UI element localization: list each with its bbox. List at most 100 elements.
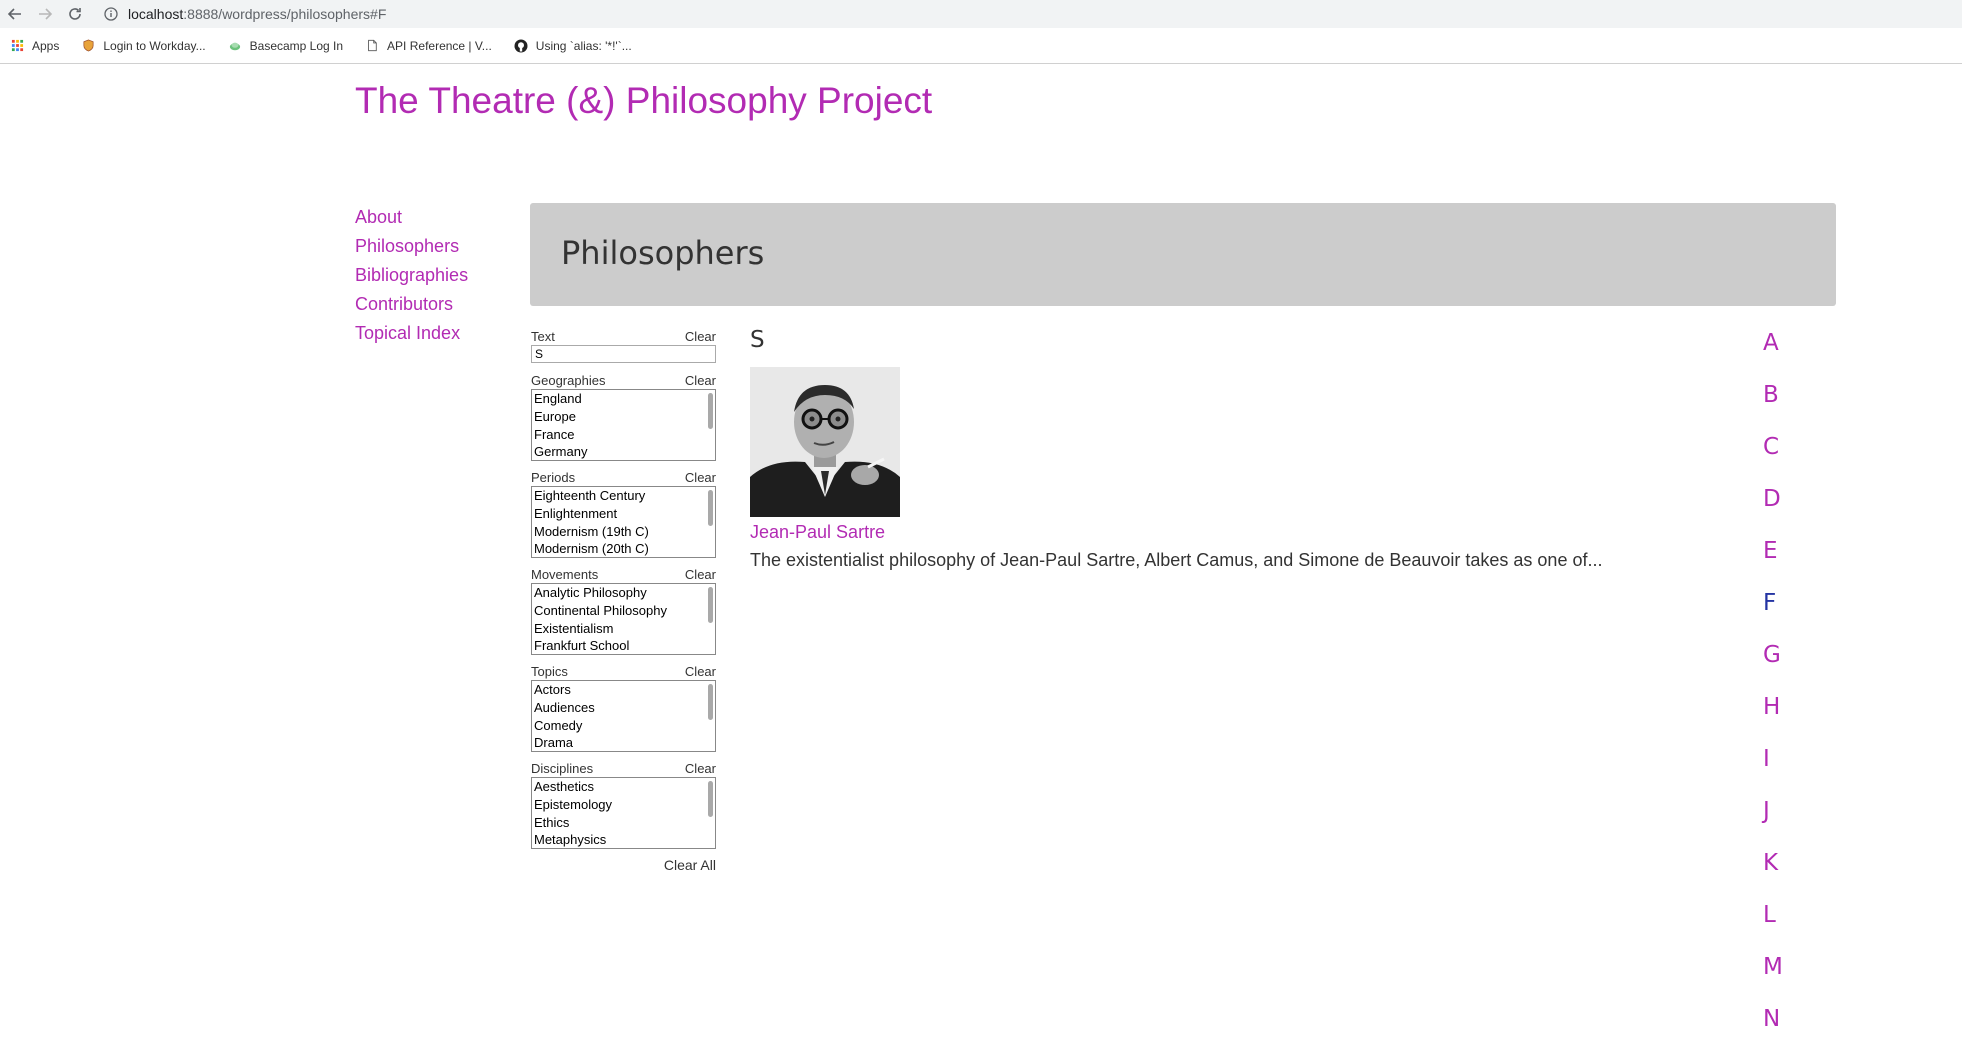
select-option[interactable]: Aesthetics	[532, 778, 715, 796]
letter-link-c[interactable]: C	[1763, 431, 1783, 483]
scrollbar-thumb[interactable]	[708, 587, 713, 623]
geographies-filter-label: Geographies	[531, 373, 606, 388]
sidebar-item-topical-index[interactable]: Topical Index	[355, 322, 468, 351]
page-header: Philosophers	[530, 203, 1836, 306]
select-option[interactable]: Actors	[532, 681, 715, 699]
geographies-filter-header: Geographies Clear	[531, 372, 716, 389]
sidebar-item-contributors[interactable]: Contributors	[355, 293, 468, 322]
bookmark-label: API Reference | V...	[387, 38, 492, 53]
select-option[interactable]: Continental Philosophy	[532, 602, 715, 620]
letter-link-a[interactable]: A	[1763, 327, 1783, 379]
select-option[interactable]: England	[532, 390, 715, 408]
bookmark-workday[interactable]: Login to Workday...	[81, 38, 206, 53]
letter-link-l[interactable]: L	[1763, 899, 1783, 951]
periods-filter-label: Periods	[531, 470, 576, 485]
select-option[interactable]: Analytic Philosophy	[532, 584, 715, 602]
periods-select[interactable]: Eighteenth Century Enlightenment Moderni…	[531, 486, 716, 558]
text-clear-button[interactable]: Clear	[685, 328, 716, 345]
letter-link-k[interactable]: K	[1763, 847, 1783, 899]
clear-all-button[interactable]: Clear All	[531, 857, 716, 873]
topics-select[interactable]: Actors Audiences Comedy Drama	[531, 680, 716, 752]
list-item: Jean-Paul Sartre The existentialist phil…	[750, 367, 1610, 571]
select-option[interactable]: Drama	[532, 734, 715, 751]
philosopher-portrait[interactable]	[750, 367, 900, 517]
bookmark-basecamp[interactable]: Basecamp Log In	[228, 39, 343, 53]
sidebar-item-about[interactable]: About	[355, 206, 468, 235]
text-filter-input[interactable]	[531, 345, 716, 363]
bookmark-label: Login to Workday...	[103, 38, 206, 53]
select-option[interactable]: Epistemology	[532, 796, 715, 814]
page-title: Philosophers	[561, 234, 765, 272]
bookmark-apps[interactable]: Apps	[10, 39, 59, 53]
topics-clear-button[interactable]: Clear	[685, 663, 716, 680]
geographies-clear-button[interactable]: Clear	[685, 372, 716, 389]
sidebar-item-bibliographies[interactable]: Bibliographies	[355, 264, 468, 293]
scrollbar-thumb[interactable]	[708, 490, 713, 526]
result-excerpt: The existentialist philosophy of Jean-Pa…	[750, 550, 1603, 570]
select-option[interactable]: Comedy	[532, 717, 715, 735]
url-path: :8888/wordpress/philosophers#F	[183, 6, 387, 22]
text-filter-header: Text Clear	[531, 328, 716, 345]
reload-icon[interactable]	[60, 0, 90, 28]
bookmark-label: Using `alias: '*!'`...	[535, 38, 632, 53]
result-title-link[interactable]: Jean-Paul Sartre	[750, 522, 1610, 543]
back-icon[interactable]	[0, 0, 30, 28]
shield-icon	[81, 39, 95, 53]
select-option[interactable]: Ethics	[532, 814, 715, 832]
bookmark-label: Apps	[32, 38, 60, 53]
site-title[interactable]: The Theatre (&) Philosophy Project	[355, 80, 932, 122]
disciplines-clear-button[interactable]: Clear	[685, 760, 716, 777]
document-icon	[365, 39, 379, 53]
disciplines-filter-label: Disciplines	[531, 761, 594, 776]
browser-toolbar: localhost:8888/wordpress/philosophers#F	[0, 0, 1962, 28]
address-bar[interactable]: localhost:8888/wordpress/philosophers#F	[104, 3, 1954, 25]
letter-link-g[interactable]: G	[1763, 639, 1783, 691]
geographies-select[interactable]: England Europe France Germany	[531, 389, 716, 461]
movements-filter-header: Movements Clear	[531, 566, 716, 583]
results-list: S Jean-Paul Sartre The existentialist ph…	[750, 327, 1610, 571]
alphabet-index: A B C D E F G H I J K L M N	[1763, 327, 1783, 1055]
letter-link-b[interactable]: B	[1763, 379, 1783, 431]
topics-filter-header: Topics Clear	[531, 663, 716, 680]
url-host: localhost	[128, 6, 184, 22]
select-option[interactable]: Audiences	[532, 699, 715, 717]
forward-icon[interactable]	[30, 0, 60, 28]
disciplines-filter-header: Disciplines Clear	[531, 760, 716, 777]
periods-clear-button[interactable]: Clear	[685, 469, 716, 486]
text-filter-label: Text	[531, 329, 555, 344]
scrollbar-thumb[interactable]	[708, 781, 713, 817]
letter-link-n[interactable]: N	[1763, 1003, 1783, 1055]
letter-link-j[interactable]: J	[1763, 795, 1783, 847]
letter-link-e[interactable]: E	[1763, 535, 1783, 587]
basecamp-icon	[228, 39, 242, 53]
letter-link-h[interactable]: H	[1763, 691, 1783, 743]
select-option[interactable]: Europe	[532, 408, 715, 426]
select-option[interactable]: Modernism (19th C)	[532, 523, 715, 541]
disciplines-select[interactable]: Aesthetics Epistemology Ethics Metaphysi…	[531, 777, 716, 849]
sidebar-item-philosophers[interactable]: Philosophers	[355, 235, 468, 264]
select-option[interactable]: France	[532, 426, 715, 444]
letter-link-i[interactable]: I	[1763, 743, 1783, 795]
letter-link-f[interactable]: F	[1763, 587, 1783, 639]
bookmark-github[interactable]: Using `alias: '*!'`...	[514, 39, 632, 53]
apps-grid-icon	[10, 39, 24, 53]
letter-link-d[interactable]: D	[1763, 483, 1783, 535]
topics-filter-label: Topics	[531, 664, 568, 679]
select-option[interactable]: Frankfurt School	[532, 637, 715, 654]
filter-panel: Text Clear Geographies Clear England Eur…	[531, 328, 716, 873]
bookmark-api-reference[interactable]: API Reference | V...	[365, 39, 492, 53]
movements-select[interactable]: Analytic Philosophy Continental Philosop…	[531, 583, 716, 655]
scrollbar-thumb[interactable]	[708, 684, 713, 720]
movements-filter-label: Movements	[531, 567, 599, 582]
letter-heading: S	[750, 327, 765, 353]
select-option[interactable]: Metaphysics	[532, 831, 715, 848]
select-option[interactable]: Enlightenment	[532, 505, 715, 523]
info-icon[interactable]	[104, 7, 118, 21]
select-option[interactable]: Modernism (20th C)	[532, 540, 715, 557]
scrollbar-thumb[interactable]	[708, 393, 713, 429]
select-option[interactable]: Germany	[532, 443, 715, 460]
select-option[interactable]: Existentialism	[532, 620, 715, 638]
select-option[interactable]: Eighteenth Century	[532, 487, 715, 505]
letter-link-m[interactable]: M	[1763, 951, 1783, 1003]
movements-clear-button[interactable]: Clear	[685, 566, 716, 583]
